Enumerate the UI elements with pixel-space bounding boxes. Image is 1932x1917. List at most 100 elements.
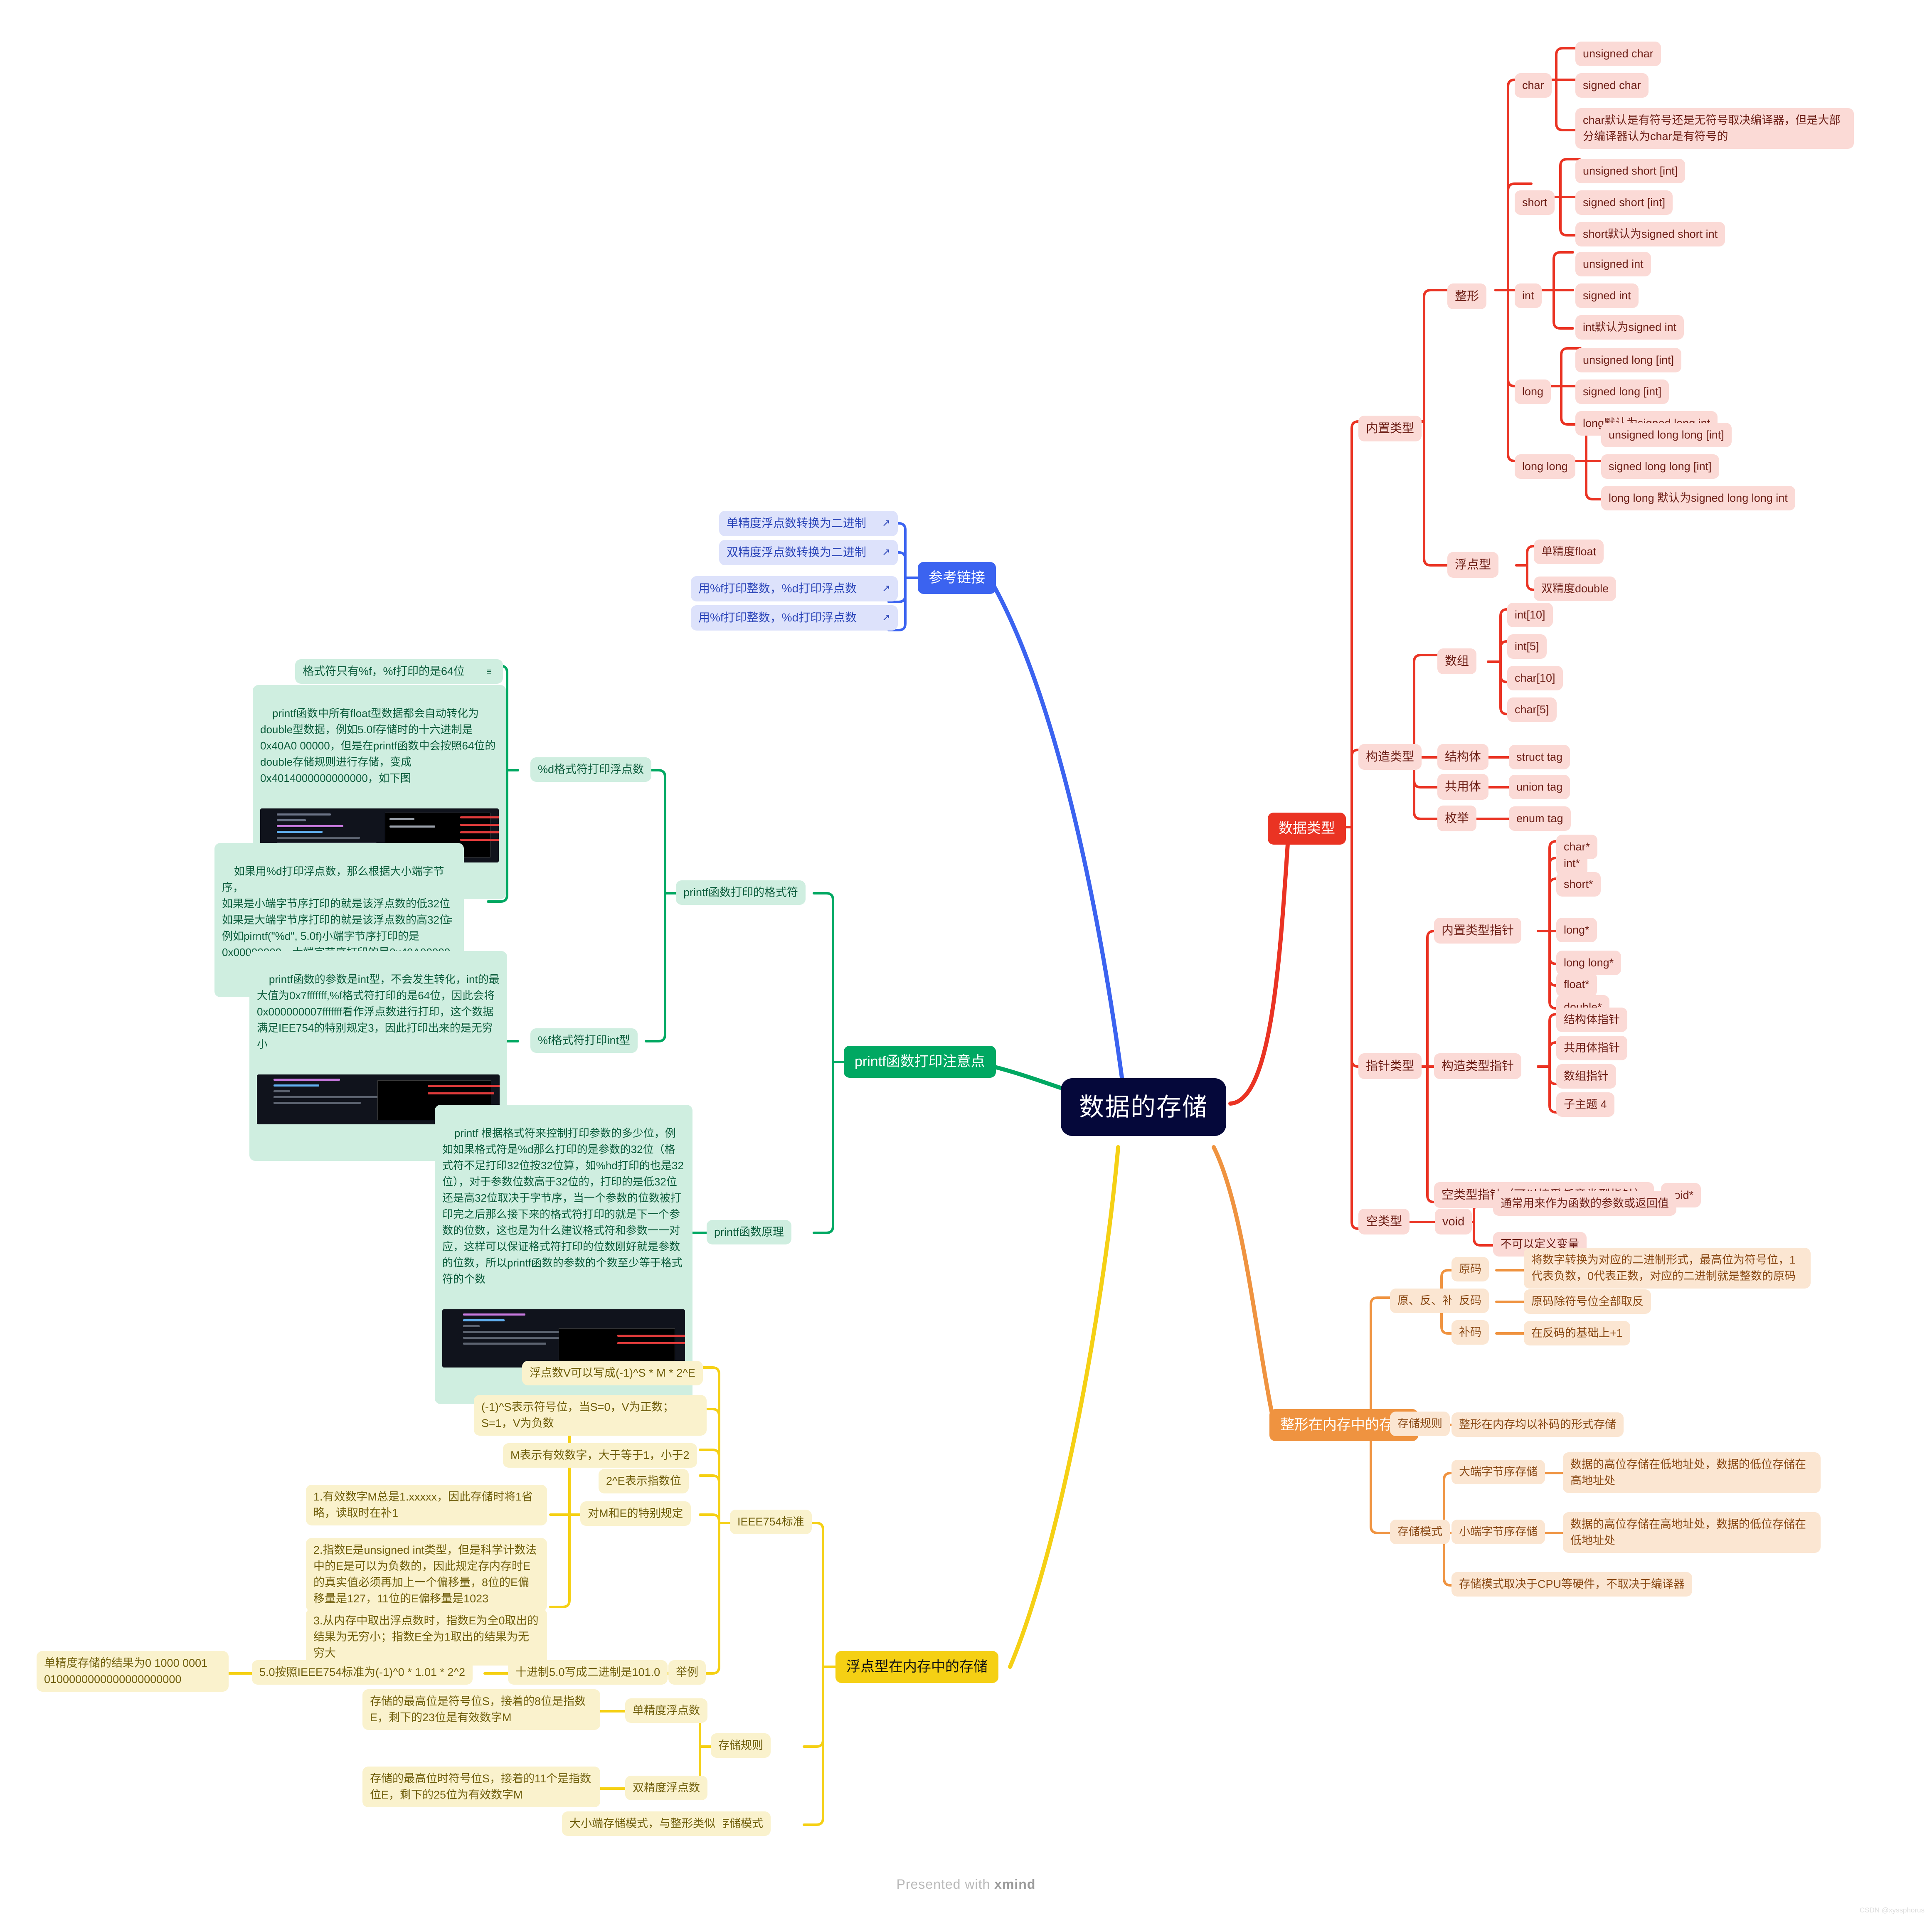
- desc-big-endian[interactable]: 数据的高位存储在低地址处，数据的低位存储在高地址处: [1563, 1452, 1821, 1493]
- node-void-item-0[interactable]: 通常用来作为函数的参数或返回值: [1493, 1191, 1676, 1216]
- node-me-special-rules[interactable]: 对M和E的特别规定: [580, 1501, 691, 1526]
- node-short-item-2[interactable]: short默认为signed short int: [1575, 222, 1725, 247]
- node-void-keyword[interactable]: void: [1435, 1209, 1472, 1235]
- node-float-item-1[interactable]: 双精度double: [1534, 577, 1617, 601]
- node-ieee-item-0[interactable]: 浮点数V可以写成(-1)^S * M * 2^E: [522, 1361, 703, 1386]
- node-printf-principle[interactable]: printf函数原理: [707, 1220, 792, 1245]
- node-enum-tag[interactable]: enum tag: [1509, 806, 1571, 831]
- node-double-precision[interactable]: 双精度浮点数: [625, 1776, 707, 1801]
- node-special-rule-1[interactable]: 1.有效数字M总是1.xxxxx，因此存储时将1省略，读取时在补1: [306, 1485, 547, 1526]
- node-float-group[interactable]: 浮点型: [1447, 552, 1499, 578]
- desc-storage-rule[interactable]: 整形在内存均以补码的形式存储: [1451, 1412, 1624, 1437]
- node-builtin-ptr-item-4[interactable]: long long*: [1556, 951, 1622, 976]
- node-f-prints-int[interactable]: %f格式符打印int型: [530, 1028, 638, 1053]
- node-ieee-item-2[interactable]: M表示有效数字，大于等于1，小于2: [503, 1443, 697, 1468]
- note-format-f-only[interactable]: 格式符只有%f，%f打印的是64位 ≡: [295, 659, 503, 684]
- node-struct[interactable]: 结构体: [1437, 744, 1489, 770]
- node-builtin-pointer[interactable]: 内置类型指针: [1434, 918, 1522, 944]
- note-printf-principle[interactable]: printf 根据格式符来控制打印参数的多少位，例如如果格式符是%d那么打印的是…: [435, 1105, 692, 1404]
- node-short-item-0[interactable]: unsigned short [int]: [1575, 159, 1686, 184]
- node-example-step-0[interactable]: 十进制5.0写成二进制是101.0: [508, 1660, 668, 1685]
- branch-printf-notes[interactable]: printf函数打印注意点: [844, 1046, 996, 1078]
- desc-little-endian[interactable]: 数据的高位存储在高地址处，数据的低位存储在低地址处: [1563, 1512, 1821, 1553]
- node-builtin-type[interactable]: 内置类型: [1358, 416, 1422, 442]
- desc-code-complement[interactable]: 在反码的基础上+1: [1524, 1321, 1630, 1346]
- node-array[interactable]: 数组: [1437, 648, 1477, 675]
- node-construct-ptr-item-1[interactable]: 共用体指针: [1556, 1036, 1627, 1061]
- link-item-2[interactable]: 用%f打印整数，%d打印浮点数 ↗: [691, 576, 898, 601]
- branch-reference-links[interactable]: 参考链接: [918, 562, 996, 594]
- external-link-icon[interactable]: ↗: [882, 613, 890, 623]
- node-integer-group[interactable]: 整形: [1447, 283, 1487, 310]
- node-d-prints-float[interactable]: %d格式符打印浮点数: [530, 757, 652, 782]
- node-int[interactable]: int: [1515, 283, 1542, 308]
- node-builtin-ptr-item-5[interactable]: float*: [1556, 972, 1597, 997]
- node-special-rule-2[interactable]: 2.指数E是unsigned int类型，但是科学计数法中的E是可以为负数的，因…: [306, 1538, 547, 1611]
- desc-double-precision[interactable]: 存储的最高位时符号位S，接着的11个是指数位E，剩下的25位为有效数字M: [362, 1767, 600, 1808]
- node-float-item-0[interactable]: 单精度float: [1534, 540, 1604, 564]
- branch-float-memory[interactable]: 浮点型在内存中的存储: [835, 1651, 998, 1683]
- node-int-item-0[interactable]: unsigned int: [1575, 252, 1651, 277]
- node-long-long[interactable]: long long: [1515, 454, 1575, 479]
- node-float-storage-rule[interactable]: 存储规则: [711, 1733, 771, 1758]
- node-example-step-2[interactable]: 单精度存储的结果为0 1000 0001 0100000000000000000…: [37, 1651, 229, 1692]
- node-construct-pointer[interactable]: 构造类型指针: [1434, 1053, 1522, 1079]
- node-construct-ptr-item-3[interactable]: 子主题 4: [1556, 1092, 1614, 1117]
- link-item-3[interactable]: 用%f打印整数，%d打印浮点数 ↗: [691, 605, 898, 631]
- root-node[interactable]: 数据的存储: [1061, 1078, 1226, 1136]
- node-union[interactable]: 共用体: [1437, 774, 1489, 800]
- node-long-item-0[interactable]: unsigned long [int]: [1575, 348, 1682, 373]
- node-long-long-item-0[interactable]: unsigned long long [int]: [1601, 423, 1732, 448]
- external-link-icon[interactable]: ↗: [882, 547, 890, 557]
- node-long-item-1[interactable]: signed long [int]: [1575, 379, 1669, 404]
- node-short-item-1[interactable]: signed short [int]: [1575, 190, 1673, 215]
- node-long[interactable]: long: [1515, 379, 1551, 404]
- node-array-item-1[interactable]: int[5]: [1507, 634, 1547, 659]
- node-pointer-type[interactable]: 指针类型: [1358, 1053, 1422, 1079]
- node-printf-format-spec[interactable]: printf函数打印的格式符: [676, 880, 806, 905]
- node-construct-type[interactable]: 构造类型: [1358, 744, 1422, 770]
- external-link-icon[interactable]: ↗: [882, 584, 890, 594]
- desc-code-inverse[interactable]: 原码除符号位全部取反: [1524, 1289, 1651, 1314]
- node-char-item-0[interactable]: unsigned char: [1575, 42, 1661, 67]
- node-ieee-item-3[interactable]: 2^E表示指数位: [599, 1469, 689, 1494]
- node-void-type[interactable]: 空类型: [1358, 1209, 1410, 1235]
- link-item-1[interactable]: 双精度浮点数转换为二进制 ↗: [719, 540, 898, 565]
- node-builtin-ptr-item-2[interactable]: short*: [1556, 872, 1601, 897]
- note-storage-mode-hw[interactable]: 存储模式取决于CPU等硬件，不取决于编译器: [1451, 1572, 1693, 1597]
- node-little-endian[interactable]: 小端字节序存储: [1451, 1520, 1545, 1545]
- desc-single-precision[interactable]: 存储的最高位是符号位S，接着的8位是指数E，剩下的23位是有效数字M: [362, 1689, 600, 1730]
- node-long-long-item-2[interactable]: long long 默认为signed long long int: [1601, 486, 1795, 511]
- node-enum[interactable]: 枚举: [1437, 806, 1477, 832]
- branch-data-types[interactable]: 数据类型: [1268, 813, 1346, 845]
- node-single-precision[interactable]: 单精度浮点数: [625, 1698, 707, 1723]
- node-struct-tag[interactable]: struct tag: [1509, 745, 1570, 770]
- node-long-long-item-1[interactable]: signed long long [int]: [1601, 454, 1719, 479]
- node-code-inverse[interactable]: 反码: [1451, 1289, 1489, 1313]
- node-char[interactable]: char: [1515, 73, 1552, 98]
- node-special-rule-3[interactable]: 3.从内存中取出浮点数时，指数E为全0取出的结果为无穷小；指数E全为1取出的结果…: [306, 1609, 547, 1666]
- desc-code-original[interactable]: 将数字转换为对应的二进制形式，最高位为符号位，1代表负数，0代表正数，对应的二进…: [1524, 1248, 1811, 1289]
- node-short[interactable]: short: [1515, 190, 1555, 215]
- node-int-item-1[interactable]: signed int: [1575, 283, 1639, 308]
- node-code-complement[interactable]: 补码: [1451, 1320, 1489, 1345]
- node-code-original[interactable]: 原码: [1451, 1257, 1489, 1282]
- node-ieee-item-1[interactable]: (-1)^S表示符号位，当S=0，V为正数；S=1，V为负数: [474, 1395, 707, 1436]
- node-example[interactable]: 举例: [668, 1660, 706, 1685]
- node-array-item-2[interactable]: char[10]: [1507, 666, 1563, 691]
- node-builtin-ptr-item-3[interactable]: long*: [1556, 918, 1597, 943]
- node-array-item-0[interactable]: int[10]: [1507, 603, 1553, 628]
- node-char-item-2[interactable]: char默认是有符号还是无符号取决编译器，但是大部分编译器认为char是有符号的: [1575, 108, 1854, 149]
- node-storage-mode[interactable]: 存储模式: [1390, 1520, 1450, 1545]
- node-union-tag[interactable]: union tag: [1509, 775, 1570, 800]
- node-example-step-1[interactable]: 5.0按照IEEE754标准为(-1)^0 * 1.01 * 2^2: [252, 1660, 473, 1685]
- node-construct-ptr-item-2[interactable]: 数组指针: [1556, 1064, 1616, 1089]
- external-link-icon[interactable]: ↗: [882, 518, 890, 528]
- desc-float-storage-mode[interactable]: 大小端存储模式，与整形类似: [562, 1811, 723, 1836]
- node-int-item-2[interactable]: int默认为signed int: [1575, 315, 1684, 340]
- node-ieee754[interactable]: IEEE754标准: [730, 1510, 812, 1535]
- node-storage-rule[interactable]: 存储规则: [1390, 1412, 1450, 1437]
- node-big-endian[interactable]: 大端字节序存储: [1451, 1460, 1545, 1485]
- link-item-0[interactable]: 单精度浮点数转换为二进制 ↗: [719, 511, 898, 536]
- node-construct-ptr-item-0[interactable]: 结构体指针: [1556, 1008, 1627, 1032]
